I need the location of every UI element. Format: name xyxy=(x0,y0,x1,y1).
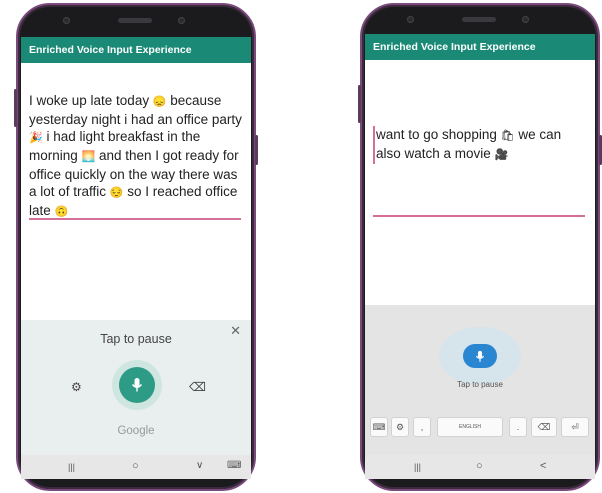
mic-button[interactable] xyxy=(112,360,162,410)
keyboard-switch-key[interactable]: ⌨ xyxy=(370,417,388,437)
recents-icon[interactable]: ||| xyxy=(414,462,421,472)
power-button xyxy=(255,135,258,165)
emoji-icon: 😞 xyxy=(152,96,167,108)
emoji-icon: 🎉 xyxy=(29,132,43,144)
earpiece-speaker xyxy=(118,18,152,23)
front-camera xyxy=(407,16,414,23)
tap-to-pause-label: Tap to pause xyxy=(457,380,503,389)
volume-button xyxy=(358,85,361,123)
home-icon[interactable]: ○ xyxy=(132,460,139,472)
left-phone: Enriched Voice Input Experience I woke u… xyxy=(14,3,258,491)
sensor xyxy=(522,16,529,23)
app-bar-title: Enriched Voice Input Experience xyxy=(365,34,595,60)
emoji-icon: 🎥 xyxy=(494,149,509,161)
tap-to-pause-label: Tap to pause xyxy=(100,332,172,346)
mic-icon xyxy=(131,378,143,392)
emoji-icon: 🛍 xyxy=(500,130,515,142)
back-icon[interactable]: ∨ xyxy=(196,460,203,471)
mic-icon xyxy=(475,350,485,362)
settings-key[interactable]: ⚙ xyxy=(391,417,409,437)
settings-icon: ⚙ xyxy=(395,421,405,432)
keyboard-icon: ⌨ xyxy=(372,421,386,432)
transcribed-text: I woke up late today xyxy=(29,93,153,108)
text-field-underline xyxy=(373,215,585,217)
home-icon[interactable]: ○ xyxy=(476,460,483,472)
emoji-icon: 😔 xyxy=(109,187,124,199)
right-screen: Enriched Voice Input Experience want to … xyxy=(365,34,595,479)
left-screen: Enriched Voice Input Experience I woke u… xyxy=(21,37,251,479)
volume-button xyxy=(14,89,17,127)
text-field-underline xyxy=(29,218,241,220)
app-bar-title: Enriched Voice Input Experience xyxy=(21,37,251,63)
navigation-bar: ||| ○ ∨ ⌨ xyxy=(21,455,251,479)
navigation-bar: ||| ○ < xyxy=(365,455,595,479)
voice-input-panel: ✕ Tap to pause ⚙ ⌫ Google xyxy=(21,320,251,455)
sensor xyxy=(178,17,185,24)
recents-icon[interactable]: ||| xyxy=(68,462,75,472)
period-key[interactable]: . xyxy=(509,417,527,437)
mic-inner xyxy=(463,344,497,368)
right-phone: Enriched Voice Input Experience want to … xyxy=(358,3,602,491)
back-icon[interactable]: < xyxy=(540,460,546,472)
emoji-icon: 🙃 xyxy=(54,206,69,218)
backspace-icon[interactable]: ⌫ xyxy=(189,381,206,393)
backspace-icon: ⌫ xyxy=(537,421,551,432)
front-camera xyxy=(63,17,70,24)
transcribed-text: want to go shopping xyxy=(376,127,501,142)
voice-text-field[interactable]: want to go shopping 🛍 we can also watch … xyxy=(373,126,587,164)
settings-icon[interactable]: ⚙ xyxy=(71,381,82,393)
status-area xyxy=(18,5,254,35)
comma-key[interactable]: , xyxy=(413,417,431,437)
backspace-key[interactable]: ⌫ xyxy=(531,417,557,437)
enter-icon: ⏎ xyxy=(571,421,579,432)
earpiece-speaker xyxy=(462,17,496,22)
keyboard-icon[interactable]: ⌨ xyxy=(227,460,241,471)
emoji-icon: 🌅 xyxy=(81,151,96,163)
space-key[interactable]: ENGLISH xyxy=(437,417,503,437)
mic-inner xyxy=(119,367,155,403)
mic-button[interactable] xyxy=(439,327,521,385)
voice-text-field[interactable]: I woke up late today 😞 because yesterday… xyxy=(29,92,243,221)
keyboard-area: Tap to pause ⌨ ⚙ , ENGLISH . ⌫ ⏎ xyxy=(365,305,595,455)
enter-key[interactable]: ⏎ xyxy=(561,417,589,437)
status-area xyxy=(362,5,598,35)
google-label: Google xyxy=(117,425,155,437)
